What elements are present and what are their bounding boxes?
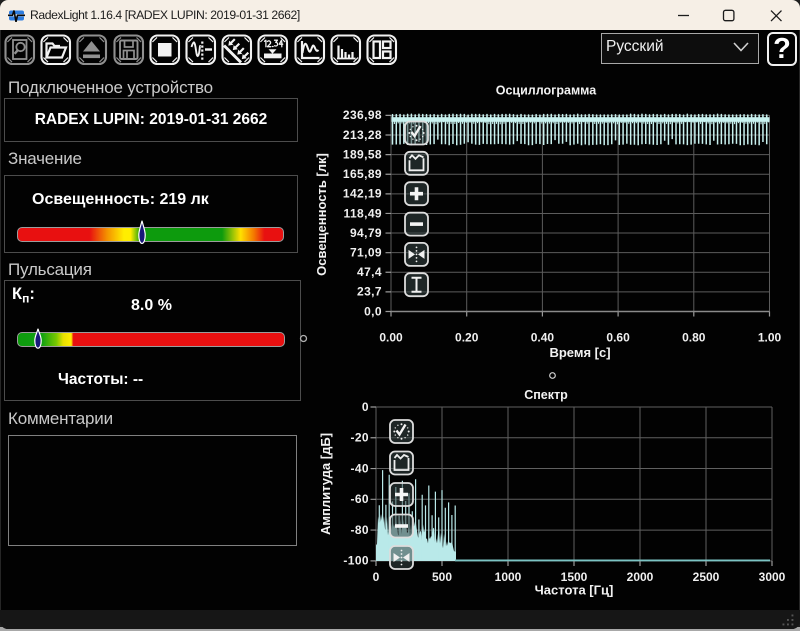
- svg-text:Спектр: Спектр: [524, 388, 568, 402]
- svg-text:213,28: 213,28: [343, 128, 382, 142]
- svg-text:Амплитуда [дБ]: Амплитуда [дБ]: [318, 433, 333, 535]
- svg-text:500: 500: [432, 570, 452, 584]
- svg-text:71,09: 71,09: [350, 245, 382, 259]
- svg-text:236,98: 236,98: [343, 108, 382, 122]
- svg-text:165,89: 165,89: [343, 167, 382, 181]
- svg-text:0.00: 0.00: [379, 331, 403, 345]
- svg-text:-40: -40: [350, 461, 369, 475]
- svg-text:23,7: 23,7: [357, 285, 382, 299]
- svg-text:Частота [Гц]: Частота [Гц]: [535, 583, 614, 598]
- svg-text:0.80: 0.80: [682, 331, 706, 345]
- svg-text:Осциллограмма: Осциллограмма: [496, 84, 598, 98]
- svg-text:2500: 2500: [693, 570, 720, 584]
- svg-text:0,0: 0,0: [364, 304, 382, 318]
- svg-text:0.40: 0.40: [531, 331, 555, 345]
- svg-text:118,49: 118,49: [344, 206, 382, 220]
- svg-text:Время [с]: Время [с]: [549, 345, 610, 360]
- svg-text:Освещенность [лк]: Освещенность [лк]: [314, 153, 329, 276]
- svg-text:-20: -20: [350, 431, 369, 445]
- svg-text:0: 0: [362, 400, 369, 414]
- svg-text:2000: 2000: [627, 570, 654, 584]
- svg-text:-100: -100: [343, 554, 369, 568]
- svg-text:0: 0: [373, 570, 380, 584]
- svg-text:189,58: 189,58: [343, 147, 382, 161]
- svg-text:47,4: 47,4: [357, 265, 382, 279]
- svg-text:142,19: 142,19: [343, 187, 382, 201]
- svg-text:0.60: 0.60: [606, 331, 630, 345]
- svg-text:-60: -60: [350, 492, 369, 506]
- svg-text:94,79: 94,79: [350, 226, 382, 240]
- svg-text:-80: -80: [350, 523, 369, 537]
- svg-text:1000: 1000: [495, 570, 522, 584]
- svg-text:0.20: 0.20: [455, 331, 479, 345]
- svg-text:1.00: 1.00: [758, 331, 782, 345]
- svg-text:3000: 3000: [759, 570, 786, 584]
